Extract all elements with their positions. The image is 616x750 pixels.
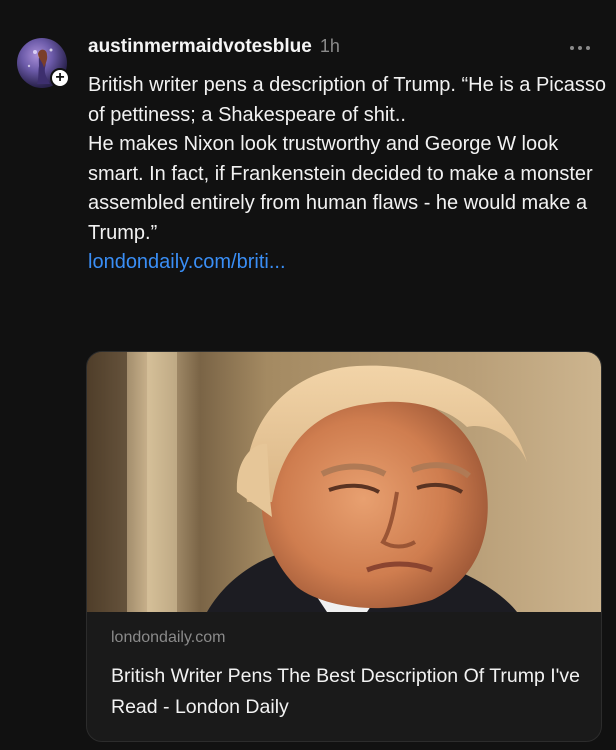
link-title[interactable]: British Writer Pens The Best Description… — [111, 661, 581, 723]
post: + austinmermaidvotesblue 1h British writ… — [0, 0, 616, 750]
link-preview-card[interactable]: londondaily.com British Writer Pens The … — [86, 351, 602, 742]
post-paragraph: He makes Nixon look trustworthy and Geor… — [88, 133, 593, 244]
link-preview-image — [87, 352, 601, 612]
more-dot — [570, 46, 574, 50]
link-preview-meta: londondaily.com British Writer Pens The … — [111, 629, 581, 723]
link-domain: londondaily.com — [111, 629, 226, 646]
post-link[interactable]: londondaily.com/briti... — [88, 251, 286, 273]
post-time: 1h — [319, 36, 340, 56]
follow-plus-icon[interactable]: + — [50, 68, 70, 88]
post-body: British writer pens a description of Tru… — [88, 71, 608, 278]
more-dot — [578, 46, 582, 50]
more-options-icon[interactable] — [562, 38, 598, 58]
more-dot — [586, 46, 590, 50]
username[interactable]: austinmermaidvotesblue — [88, 36, 312, 58]
avatar-container[interactable]: + — [17, 38, 70, 88]
post-header: austinmermaidvotesblue 1h — [88, 36, 340, 58]
post-paragraph: British writer pens a description of Tru… — [88, 74, 606, 126]
